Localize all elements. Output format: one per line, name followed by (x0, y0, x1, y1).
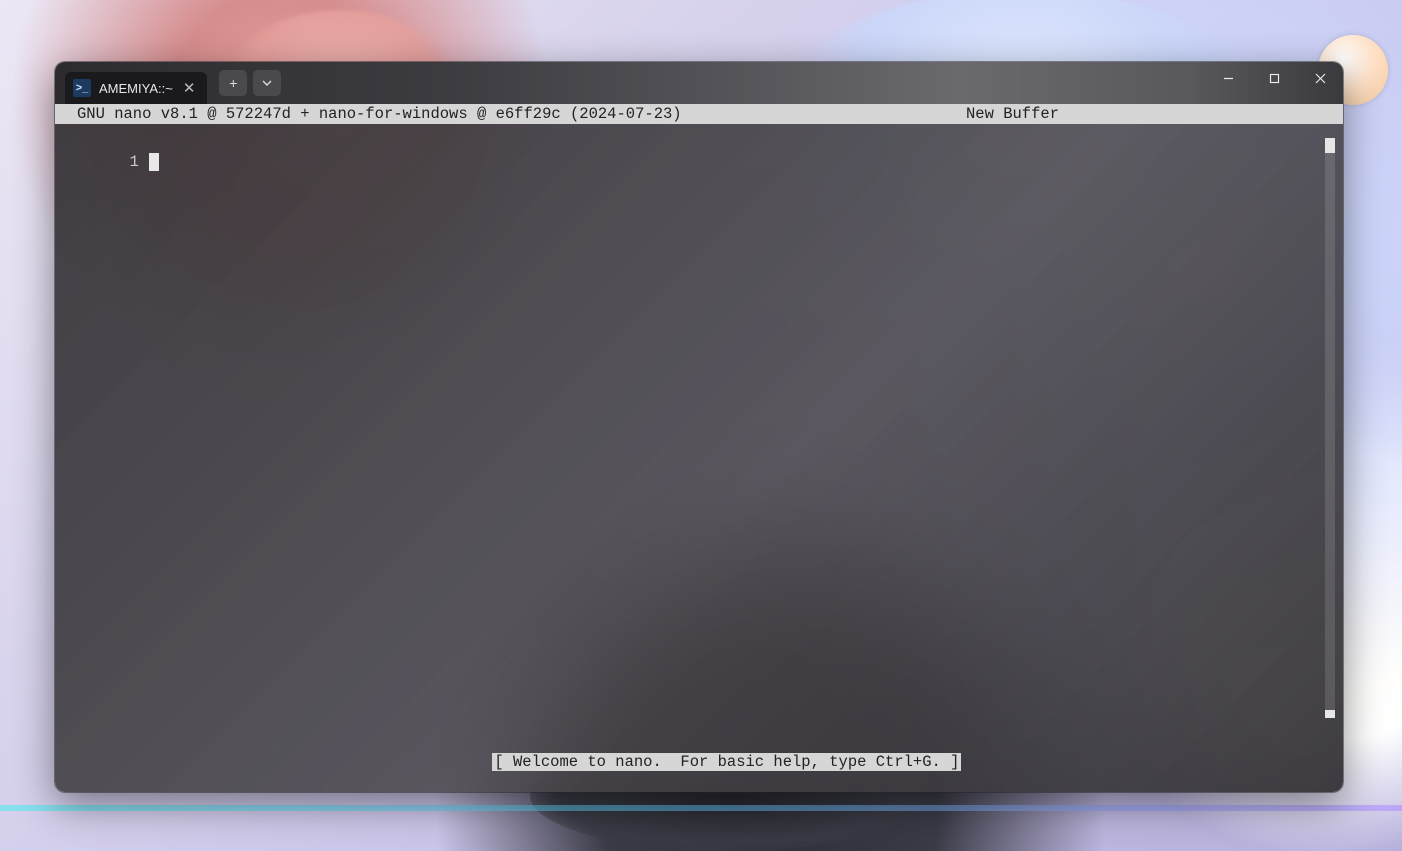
terminal-tab[interactable]: >_ AMEMIYA::~ ✕ (65, 72, 207, 104)
background-decoration (0, 805, 1402, 811)
maximize-button[interactable] (1251, 62, 1297, 94)
terminal-window: >_ AMEMIYA::~ ✕ + GNU nano v8.1 @ 572247… (55, 62, 1343, 792)
text-cursor (149, 153, 159, 171)
nano-version: GNU nano v8.1 @ 572247d + nano-for-windo… (59, 104, 682, 124)
new-tab-button[interactable]: + (219, 70, 247, 96)
terminal-body[interactable]: GNU nano v8.1 @ 572247d + nano-for-windo… (55, 104, 1343, 792)
window-controls (1205, 62, 1343, 104)
scrollbar-thumb[interactable] (1325, 138, 1335, 153)
shortcut-bar: ^GHelp ^OWrite Out ^FWhere Is ^KCut ^TEx… (55, 752, 1343, 792)
powershell-icon: >_ (73, 79, 91, 97)
scrollbar-thumb[interactable] (1325, 710, 1335, 718)
minimize-icon (1223, 73, 1234, 84)
status-bar: [ Welcome to nano. For basic help, type … (55, 732, 1343, 752)
tab-title: AMEMIYA::~ (99, 81, 173, 96)
minimize-button[interactable] (1205, 62, 1251, 94)
editor-area[interactable]: 1 (55, 126, 1343, 732)
nano-header: GNU nano v8.1 @ 572247d + nano-for-windo… (55, 104, 1343, 124)
close-button[interactable] (1297, 62, 1343, 94)
tab-dropdown-button[interactable] (253, 70, 281, 96)
nano-buffer-name: New Buffer (966, 104, 1339, 124)
window-titlebar[interactable]: >_ AMEMIYA::~ ✕ + (55, 62, 1343, 104)
line-number: 1 (119, 152, 139, 172)
maximize-icon (1269, 73, 1280, 84)
tab-close-button[interactable]: ✕ (181, 79, 198, 97)
close-icon (1315, 73, 1326, 84)
scrollbar[interactable] (1325, 138, 1335, 718)
chevron-down-icon (262, 78, 272, 88)
